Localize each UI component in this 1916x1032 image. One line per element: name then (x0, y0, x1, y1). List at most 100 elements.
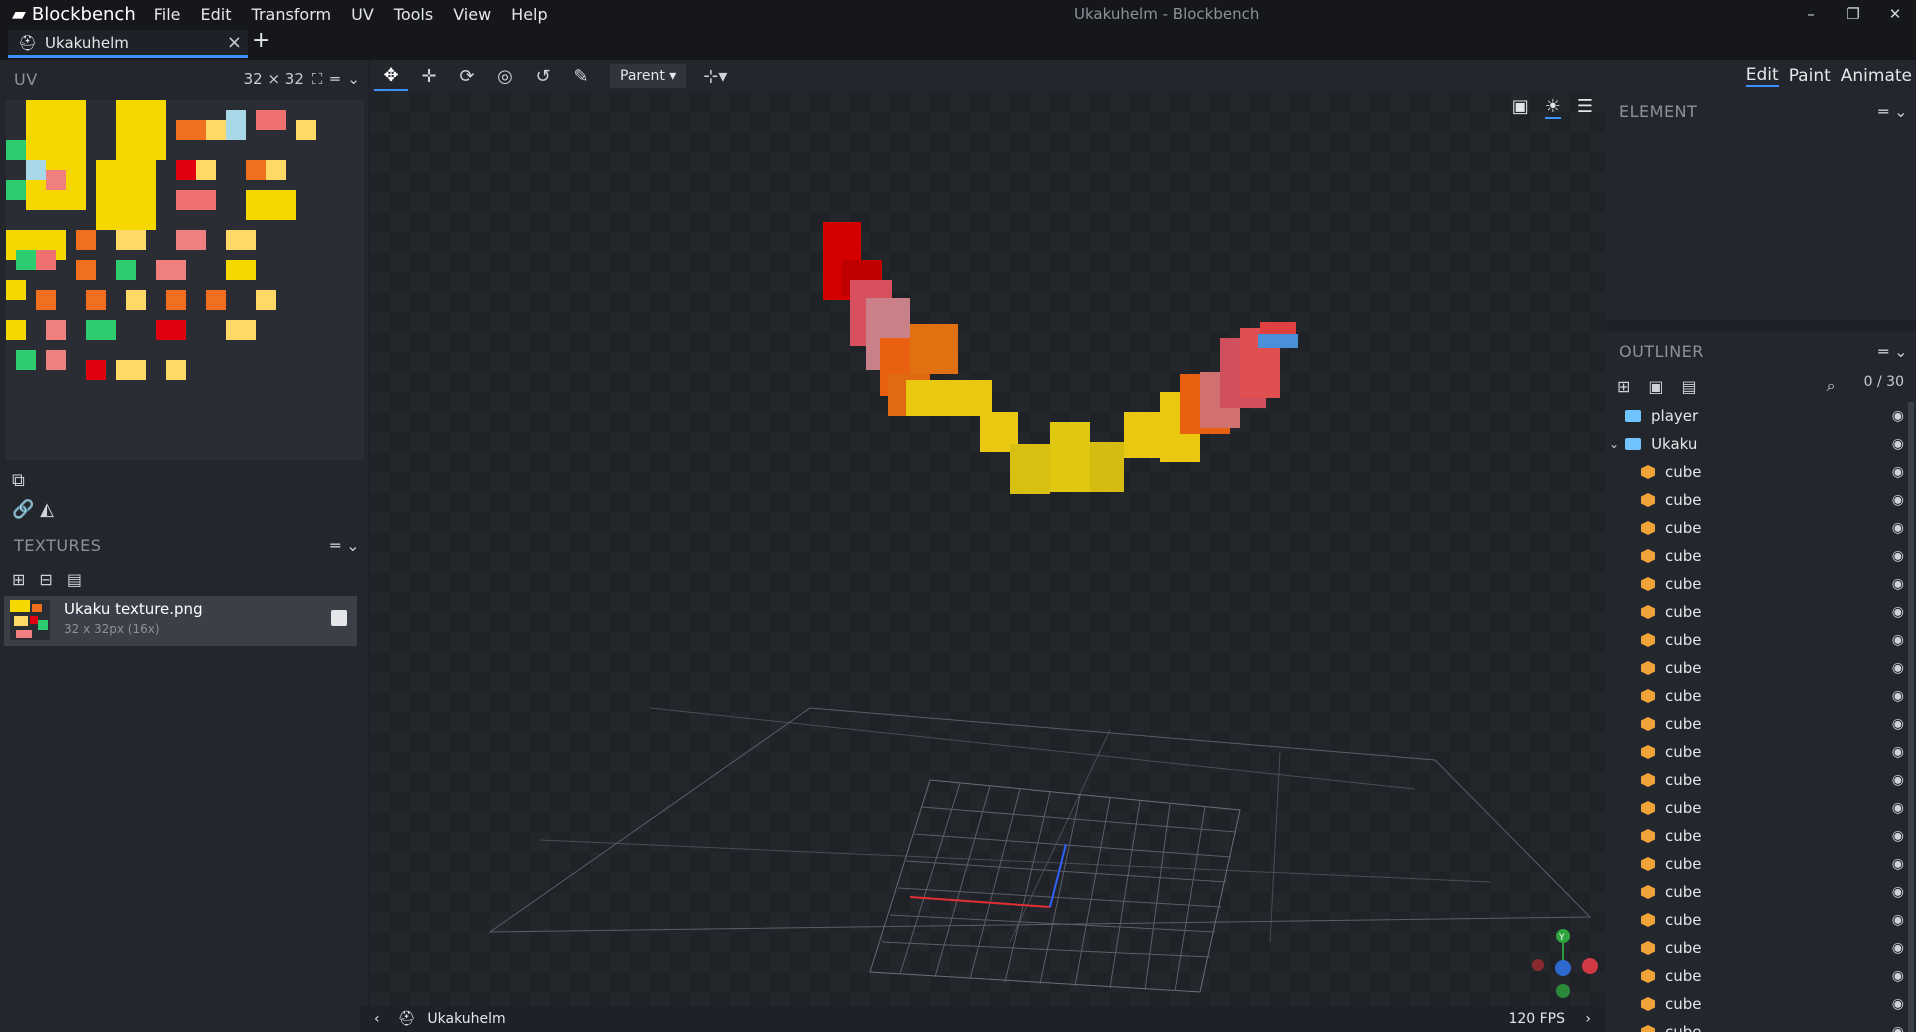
move-tool-icon[interactable]: ✥ (374, 61, 408, 91)
eye-icon[interactable]: ◉ (1892, 744, 1904, 760)
eye-icon[interactable]: ◉ (1892, 940, 1904, 956)
chevron-right-icon[interactable]: › (1585, 1011, 1591, 1027)
eye-icon[interactable]: ◉ (1892, 660, 1904, 676)
menu-file[interactable]: File (154, 5, 181, 24)
outliner-cube[interactable]: cube ◉ (1605, 766, 1916, 794)
translate-tool-icon[interactable]: ✛ (412, 61, 446, 91)
eye-icon[interactable]: ◉ (1892, 912, 1904, 928)
eye-icon[interactable]: ◉ (1892, 1024, 1904, 1032)
add-cube-icon[interactable]: ⊞ (1617, 377, 1630, 396)
menu-edit[interactable]: Edit (201, 5, 232, 24)
eye-icon[interactable]: ◉ (1892, 492, 1904, 508)
chevron-down-icon[interactable]: ⌄ (347, 70, 360, 88)
tab-ukakuhelm[interactable]: ⛑ Ukakuhelm × (8, 30, 248, 58)
eye-icon[interactable]: ◉ (1892, 884, 1904, 900)
eye-icon[interactable]: ◉ (1892, 436, 1904, 452)
eye-icon[interactable]: ◉ (1892, 856, 1904, 872)
texture-folder-icon[interactable]: ▤ (67, 570, 82, 589)
outliner-cube[interactable]: cube ◉ (1605, 738, 1916, 766)
outliner-cube[interactable]: cube ◉ (1605, 822, 1916, 850)
pivot-mode-select[interactable]: Parent ▾ (610, 64, 687, 88)
outliner-cube[interactable]: cube ◉ (1605, 682, 1916, 710)
save-icon[interactable] (331, 610, 347, 626)
eye-icon[interactable]: ◉ (1892, 548, 1904, 564)
mode-animate[interactable]: Animate (1841, 66, 1912, 86)
menu-tools[interactable]: Tools (394, 5, 433, 24)
outliner-cube[interactable]: cube ◉ (1605, 962, 1916, 990)
outliner-cube[interactable]: cube ◉ (1605, 514, 1916, 542)
outliner-cube[interactable]: cube ◉ (1605, 934, 1916, 962)
textures-menu-icon[interactable]: ═ ⌄ (330, 536, 360, 555)
uv-editor-canvas[interactable] (6, 100, 364, 460)
outliner-cube[interactable]: cube ◉ (1605, 850, 1916, 878)
outliner-group-ukaku[interactable]: ⌄ Ukaku ◉ (1605, 430, 1916, 458)
restore-button[interactable]: ❐ (1832, 0, 1874, 28)
rotate-tool-icon[interactable]: ⟳ (450, 61, 484, 91)
eye-icon[interactable]: ◉ (1892, 576, 1904, 592)
import-texture-icon[interactable]: ⊟ (39, 570, 52, 589)
outliner-cube[interactable]: cube ◉ (1605, 654, 1916, 682)
outliner-cube[interactable]: cube ◉ (1605, 794, 1916, 822)
element-menu-icon[interactable]: ═ ⌄ (1878, 102, 1908, 121)
app-name: Blockbench (31, 3, 136, 25)
outliner-cube[interactable]: cube ◉ (1605, 1018, 1916, 1032)
outliner-cube[interactable]: cube ◉ (1605, 542, 1916, 570)
eye-icon[interactable]: ◉ (1892, 828, 1904, 844)
new-tab-button[interactable]: + (252, 28, 270, 53)
search-icon[interactable]: ⌕ (1827, 376, 1836, 396)
eye-icon[interactable]: ◉ (1892, 520, 1904, 536)
blockbench-logo-icon: ▰ (12, 3, 26, 25)
outliner-cube[interactable]: cube ◉ (1605, 458, 1916, 486)
eye-icon[interactable]: ◉ (1892, 772, 1904, 788)
outliner-panel-header: OUTLINER ═ ⌄ (1605, 332, 1916, 370)
eye-icon[interactable]: ◉ (1892, 604, 1904, 620)
menu-uv[interactable]: UV (351, 5, 374, 24)
fullscreen-icon[interactable]: ⛶ (312, 70, 323, 88)
menu-view[interactable]: View (453, 5, 491, 24)
outliner-cube[interactable]: cube ◉ (1605, 710, 1916, 738)
add-texture-icon[interactable]: ⊞ (12, 570, 25, 589)
link-icon[interactable]: 🔗 ◭ (12, 499, 54, 520)
outliner-cube[interactable]: cube ◉ (1605, 626, 1916, 654)
close-tab-icon[interactable]: × (227, 32, 242, 53)
chevron-left-icon[interactable]: ‹ (374, 1011, 380, 1027)
close-window-button[interactable]: ✕ (1874, 0, 1916, 28)
outliner-cube[interactable]: cube ◉ (1605, 598, 1916, 626)
collapse-all-icon[interactable]: ▤ (1682, 377, 1697, 396)
cube-icon (1641, 661, 1655, 675)
menu-lines-icon[interactable]: ═ (330, 70, 339, 88)
add-group-icon[interactable]: ▣ (1648, 377, 1663, 396)
menu-transform[interactable]: Transform (252, 5, 332, 24)
3d-viewport[interactable]: ▣ ☀ ☰ Y (370, 92, 1605, 1006)
eye-icon[interactable]: ◉ (1892, 688, 1904, 704)
transform-space-icon[interactable]: ⊹▾ (698, 61, 732, 91)
pivot-tool-icon[interactable]: ◎ (488, 61, 522, 91)
mode-paint[interactable]: Paint (1789, 66, 1831, 86)
floor-grid (488, 707, 1592, 993)
vertex-snap-icon[interactable]: ↺ (526, 61, 560, 91)
menu-help[interactable]: Help (511, 5, 547, 24)
minimize-button[interactable]: – (1790, 0, 1832, 28)
outliner-cube[interactable]: cube ◉ (1605, 570, 1916, 598)
helmet-model[interactable] (823, 222, 1298, 494)
outliner-cube[interactable]: cube ◉ (1605, 878, 1916, 906)
chevron-down-icon[interactable]: ⌄ (1609, 437, 1619, 451)
eye-icon[interactable]: ◉ (1892, 968, 1904, 984)
eye-icon[interactable]: ◉ (1892, 632, 1904, 648)
paint-brush-icon[interactable]: ✎ (564, 61, 598, 91)
eye-icon[interactable]: ◉ (1892, 800, 1904, 816)
axis-gizmo[interactable]: Y (1532, 929, 1598, 998)
outliner-cube[interactable]: cube ◉ (1605, 486, 1916, 514)
eye-icon[interactable]: ◉ (1892, 408, 1904, 424)
outliner-cube[interactable]: cube ◉ (1605, 990, 1916, 1018)
eye-icon[interactable]: ◉ (1892, 464, 1904, 480)
outliner-cube[interactable]: cube ◉ (1605, 906, 1916, 934)
eye-icon[interactable]: ◉ (1892, 716, 1904, 732)
outliner-group-player[interactable]: player ◉ (1605, 402, 1916, 430)
mode-edit[interactable]: Edit (1745, 65, 1779, 87)
copy-icon[interactable]: ⧉ (12, 470, 54, 491)
outliner-menu-icon[interactable]: ═ ⌄ (1878, 342, 1908, 361)
mirror-icon[interactable]: ◭ (40, 499, 54, 520)
texture-item[interactable]: Ukaku texture.png 32 x 32px (16x) (4, 596, 357, 646)
eye-icon[interactable]: ◉ (1892, 996, 1904, 1012)
